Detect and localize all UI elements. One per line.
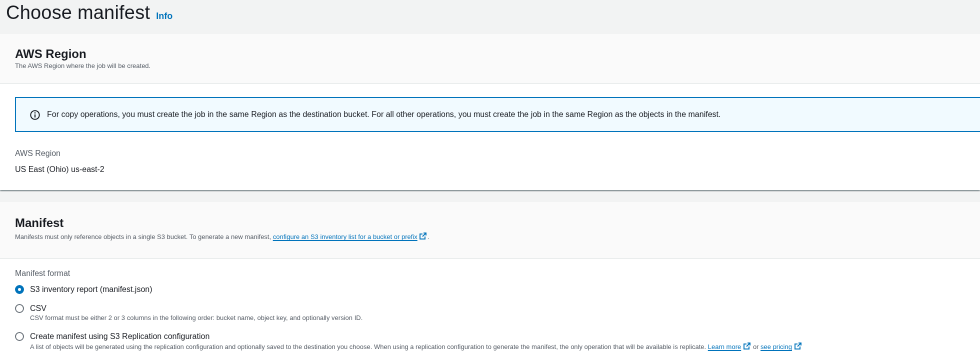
radio-option-csv[interactable]: CSV CSV format must be either 2 or 3 col… (15, 303, 363, 323)
radio-label-csv: CSV (30, 304, 47, 313)
radio-button-replication[interactable] (15, 332, 24, 341)
region-alert-text: For copy operations, you must create the… (47, 110, 721, 119)
manifest-desc-suffix: . (427, 234, 430, 241)
manifest-panel-description: Manifests must only reference objects in… (15, 232, 965, 241)
aws-region-value: US East (Ohio) us-east-2 (15, 165, 105, 174)
radio-label-s3-inventory: S3 inventory report (manifest.json) (30, 285, 153, 294)
external-link-icon[interactable] (794, 342, 802, 350)
region-panel-header: AWS Region The AWS Region where the job … (0, 34, 980, 84)
configure-inventory-link[interactable]: configure an S3 inventory list for a buc… (273, 234, 418, 241)
manifest-panel-title: Manifest (15, 216, 64, 230)
region-panel-title: AWS Region (15, 47, 87, 61)
radio-option-replication[interactable]: Create manifest using S3 Replication con… (15, 331, 802, 352)
learn-more-link[interactable]: Learn more (708, 344, 741, 351)
replication-desc-text: A list of objects will be generated usin… (30, 344, 707, 351)
region-panel: AWS Region The AWS Region where the job … (0, 34, 980, 190)
radio-desc-csv: CSV format must be either 2 or 3 columns… (30, 315, 363, 322)
external-link-icon[interactable] (743, 342, 751, 350)
or-text: or (752, 344, 759, 351)
manifest-panel-header: Manifest Manifests must only reference o… (0, 202, 980, 259)
region-panel-description: The AWS Region where the job will be cre… (15, 63, 151, 70)
region-info-alert: For copy operations, you must create the… (15, 97, 980, 132)
see-pricing-link[interactable]: see pricing (761, 344, 792, 351)
radio-desc-replication: A list of objects will be generated usin… (30, 342, 802, 352)
info-circle-icon (30, 109, 40, 120)
radio-button-s3-inventory[interactable] (15, 285, 24, 294)
radio-label-replication: Create manifest using S3 Replication con… (30, 332, 210, 341)
page-header: Choose manifest Info (6, 3, 173, 25)
radio-option-s3-inventory[interactable]: S3 inventory report (manifest.json) (15, 284, 152, 295)
manifest-panel: Manifest Manifests must only reference o… (0, 202, 980, 362)
manifest-desc-prefix: Manifests must only reference objects in… (15, 234, 273, 241)
radio-button-csv[interactable] (15, 304, 24, 313)
page-title: Choose manifest (6, 3, 151, 24)
info-link[interactable]: Info (156, 11, 173, 21)
manifest-format-label: Manifest format (15, 269, 71, 278)
aws-region-label: AWS Region (15, 149, 61, 158)
